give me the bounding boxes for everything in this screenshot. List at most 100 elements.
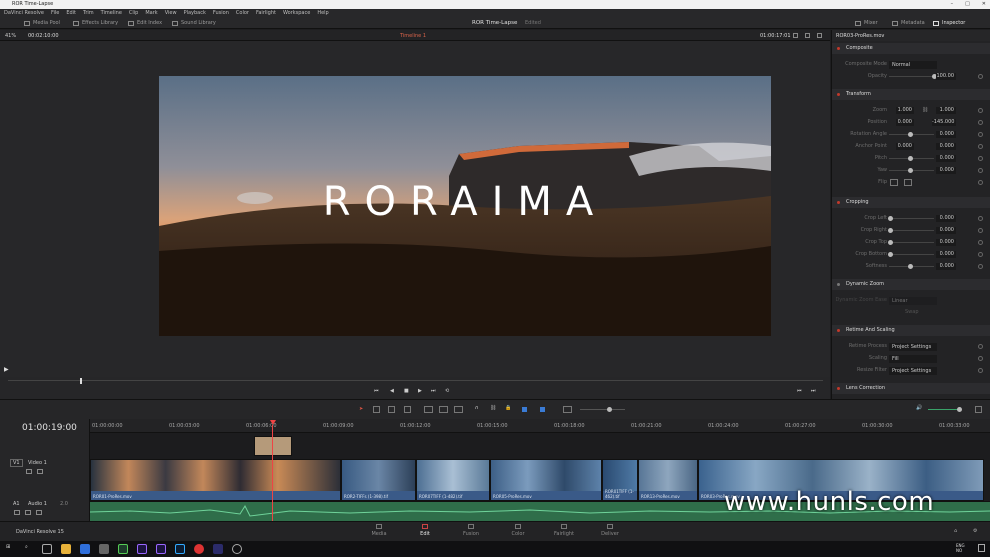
start-windows-icon[interactable]: ⊞ (6, 544, 10, 550)
page-edit[interactable]: Edit (410, 524, 440, 537)
timeline-clip[interactable]: ROR01TIFF (1-462).tif (602, 459, 638, 501)
app-icon[interactable] (232, 544, 242, 554)
menu-davinci[interactable]: DaVinci Resolve (4, 9, 44, 17)
menu-mark[interactable]: Mark (145, 9, 157, 17)
settings-gear-icon[interactable]: ⚙ (973, 528, 977, 534)
notifications-icon[interactable] (978, 544, 985, 552)
track-enable-icon[interactable] (37, 469, 43, 474)
maximize-button[interactable]: □ (965, 0, 970, 9)
language-indicator[interactable]: ENG NO (956, 543, 965, 553)
close-button[interactable]: ✕ (982, 0, 986, 9)
volume-slider[interactable] (928, 409, 960, 410)
lock-icon[interactable]: 🔒 (505, 405, 511, 411)
timeline-clip[interactable]: ROR13-ProRes.mov (638, 459, 698, 501)
illustrator-icon[interactable] (118, 544, 128, 554)
timeline-clip[interactable]: ROR01-ProRes.mov (90, 459, 341, 501)
anchor-y-value[interactable]: 0.000 (936, 143, 956, 150)
timeline-clip[interactable]: ROR05-ProRes.mov (490, 459, 602, 501)
reset-icon[interactable] (978, 120, 983, 125)
zoom-level[interactable]: 41% (5, 33, 16, 39)
audio-lock-icon[interactable] (14, 510, 20, 515)
menu-file[interactable]: File (51, 9, 59, 17)
crop-bottom-value[interactable]: 0.000 (936, 251, 956, 258)
cropping-header[interactable]: Cropping (832, 197, 990, 208)
crop-bottom-slider[interactable] (889, 254, 934, 255)
page-deliver[interactable]: Deliver (595, 524, 625, 537)
timeline-zoom-knob[interactable] (607, 407, 612, 412)
viewer-options-icon[interactable] (793, 33, 798, 38)
trim-tool-icon[interactable] (373, 406, 380, 413)
title-clip[interactable] (254, 436, 292, 456)
link-icon[interactable]: ⛓ (922, 105, 928, 116)
menu-color[interactable]: Color (236, 9, 249, 17)
overwrite-clip-icon[interactable] (439, 406, 448, 413)
effects-library-button[interactable]: Effects Library (73, 19, 118, 28)
mute-icon[interactable] (36, 510, 42, 515)
reset-icon[interactable] (978, 74, 983, 79)
menu-view[interactable]: View (165, 9, 177, 17)
yaw-knob[interactable] (908, 168, 913, 173)
play-reverse-button[interactable]: ◀ (390, 388, 394, 394)
opacity-slider[interactable] (889, 76, 934, 77)
reset-icon[interactable] (978, 344, 983, 349)
reset-icon[interactable] (978, 228, 983, 233)
page-color[interactable]: Color (503, 524, 533, 537)
minimize-button[interactable]: – (951, 0, 954, 9)
timeline-name[interactable]: Timeline 1 (400, 33, 426, 39)
mixer-button[interactable]: Mixer (855, 19, 878, 28)
timeline-zoom-slider[interactable] (580, 409, 625, 410)
zoom-x-value[interactable]: 1.000 (896, 107, 914, 114)
reset-icon[interactable] (978, 264, 983, 269)
after-effects-icon[interactable] (156, 544, 166, 554)
rotation-knob[interactable] (908, 132, 913, 137)
menu-clip[interactable]: Clip (129, 9, 138, 17)
reset-icon[interactable] (978, 240, 983, 245)
skip-start-button[interactable]: ⏮ (374, 388, 379, 394)
stop-button[interactable]: ■ (404, 388, 409, 394)
reset-icon[interactable] (978, 108, 983, 113)
softness-knob[interactable] (908, 264, 913, 269)
resize-filter-dropdown[interactable]: Project Settings (889, 367, 937, 375)
reset-icon[interactable] (978, 180, 983, 185)
next-edit-button[interactable]: ⏭ (811, 388, 816, 394)
menu-help[interactable]: Help (317, 9, 328, 17)
menu-fusion[interactable]: Fusion (213, 9, 229, 17)
page-media[interactable]: Media (364, 524, 394, 537)
yaw-value[interactable]: 0.000 (936, 167, 956, 174)
crop-top-knob[interactable] (888, 240, 893, 245)
timeline-ruler[interactable]: 01:00:00:00 01:00:03:00 01:00:06:00 01:0… (90, 419, 990, 433)
file-explorer-icon[interactable] (61, 544, 71, 554)
timeline-clip[interactable]: ROR2-TIFFs (1-398).tif (341, 459, 416, 501)
rotation-value[interactable]: 0.000 (936, 131, 956, 138)
flip-vertical-icon[interactable] (904, 179, 912, 186)
softness-value[interactable]: 0.000 (936, 263, 956, 270)
photoshop-icon[interactable] (175, 544, 185, 554)
reset-icon[interactable] (978, 132, 983, 137)
menu-playback[interactable]: Playback (184, 9, 206, 17)
sound-library-button[interactable]: Sound Library (172, 19, 216, 28)
media-encoder-icon[interactable] (213, 544, 223, 554)
menu-edit[interactable]: Edit (66, 9, 76, 17)
retime-header[interactable]: Retime And Scaling (832, 325, 990, 336)
loop-button[interactable]: ⟲ (445, 388, 449, 394)
menu-trim[interactable]: Trim (83, 9, 94, 17)
crop-bottom-knob[interactable] (888, 252, 893, 257)
swap-button[interactable]: Swap (905, 309, 919, 315)
task-view-icon[interactable] (42, 544, 52, 554)
volume-knob[interactable] (957, 407, 962, 412)
reset-icon[interactable] (978, 356, 983, 361)
reset-icon[interactable] (978, 216, 983, 221)
inspector-button[interactable]: Inspector (933, 19, 965, 28)
home-icon[interactable]: ⌂ (954, 528, 957, 534)
menu-timeline[interactable]: Timeline (101, 9, 122, 17)
track-lock-icon[interactable] (26, 469, 32, 474)
media-pool-button[interactable]: Media Pool (24, 19, 60, 28)
chrome-icon[interactable] (194, 544, 204, 554)
reset-icon[interactable] (978, 252, 983, 257)
speaker-icon[interactable]: 🔊 (916, 405, 922, 411)
davinci-taskbar-icon[interactable] (99, 544, 109, 554)
marker-icon[interactable] (540, 407, 545, 412)
viewer[interactable]: RORAIMA ▶ (0, 41, 830, 377)
menu-workspace[interactable]: Workspace (283, 9, 310, 17)
crop-right-slider[interactable] (889, 230, 934, 231)
